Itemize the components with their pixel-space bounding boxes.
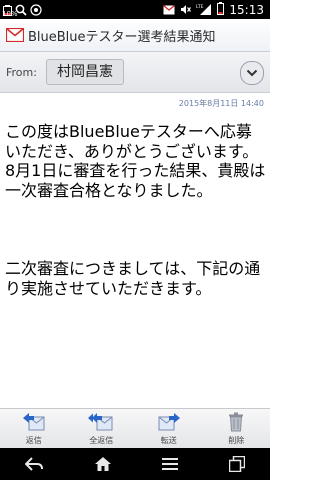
status-right: LTE 15:13 bbox=[163, 0, 264, 19]
battery-charging-icon bbox=[217, 0, 225, 19]
status-bar: 10% LTE 15:13 bbox=[0, 0, 270, 19]
svg-text:LTE: LTE bbox=[196, 4, 204, 10]
recent-apps-icon[interactable] bbox=[228, 456, 245, 472]
home-icon[interactable] bbox=[94, 456, 112, 472]
reply-icon bbox=[22, 411, 46, 433]
delete-button[interactable]: 削除 bbox=[203, 409, 271, 449]
body-paragraph: この度はBlueBlueテスターへ応募いただき、ありがとうございます。 bbox=[5, 122, 259, 161]
from-row: From: 村岡昌憲 bbox=[0, 52, 270, 93]
expand-header-button[interactable] bbox=[240, 61, 264, 85]
forward-label: 転送 bbox=[160, 436, 177, 445]
lte-signal-icon: LTE bbox=[196, 0, 212, 19]
notification-app-icon bbox=[30, 1, 42, 20]
forward-button[interactable]: 転送 bbox=[135, 409, 203, 449]
menu-icon[interactable] bbox=[162, 457, 179, 471]
clock: 15:13 bbox=[229, 2, 264, 17]
reply-all-icon bbox=[88, 411, 114, 433]
mail-header: BlueBlueテスター選考結果通知 bbox=[0, 19, 270, 52]
delete-label: 削除 bbox=[228, 436, 245, 445]
mail-body: この度はBlueBlueテスターへ応募いただき、ありがとうございます。 8月1日… bbox=[5, 122, 267, 298]
forward-icon bbox=[157, 411, 181, 433]
envelope-icon bbox=[6, 28, 24, 42]
reply-button[interactable]: 返信 bbox=[0, 409, 68, 449]
mute-icon bbox=[180, 0, 192, 19]
back-arrow-icon[interactable] bbox=[25, 457, 44, 471]
chevron-down-icon bbox=[246, 69, 258, 77]
body-paragraph: 二次審査につきましては、下記の通り実施させていただきます。 bbox=[5, 259, 261, 298]
navigation-bar bbox=[0, 448, 270, 480]
reply-label: 返信 bbox=[25, 436, 42, 445]
trash-icon bbox=[228, 411, 244, 433]
mail-notification-icon bbox=[163, 0, 176, 19]
mail-date: 2015年8月11日 14:40 bbox=[178, 99, 264, 108]
sender-chip[interactable]: 村岡昌憲 bbox=[46, 59, 124, 85]
body-paragraph: 8月1日に審査を行った結果、貴殿は一次審査合格となりました。 bbox=[5, 161, 266, 200]
mail-subject: BlueBlueテスター選考結果通知 bbox=[28, 29, 216, 45]
mail-action-bar: 返信 全返信 転送 削除 bbox=[0, 408, 270, 449]
battery-percent: 10% bbox=[2, 10, 18, 18]
reply-all-button[interactable]: 全返信 bbox=[68, 409, 136, 449]
from-label: From: bbox=[6, 66, 37, 79]
reply-all-label: 全返信 bbox=[89, 436, 114, 445]
